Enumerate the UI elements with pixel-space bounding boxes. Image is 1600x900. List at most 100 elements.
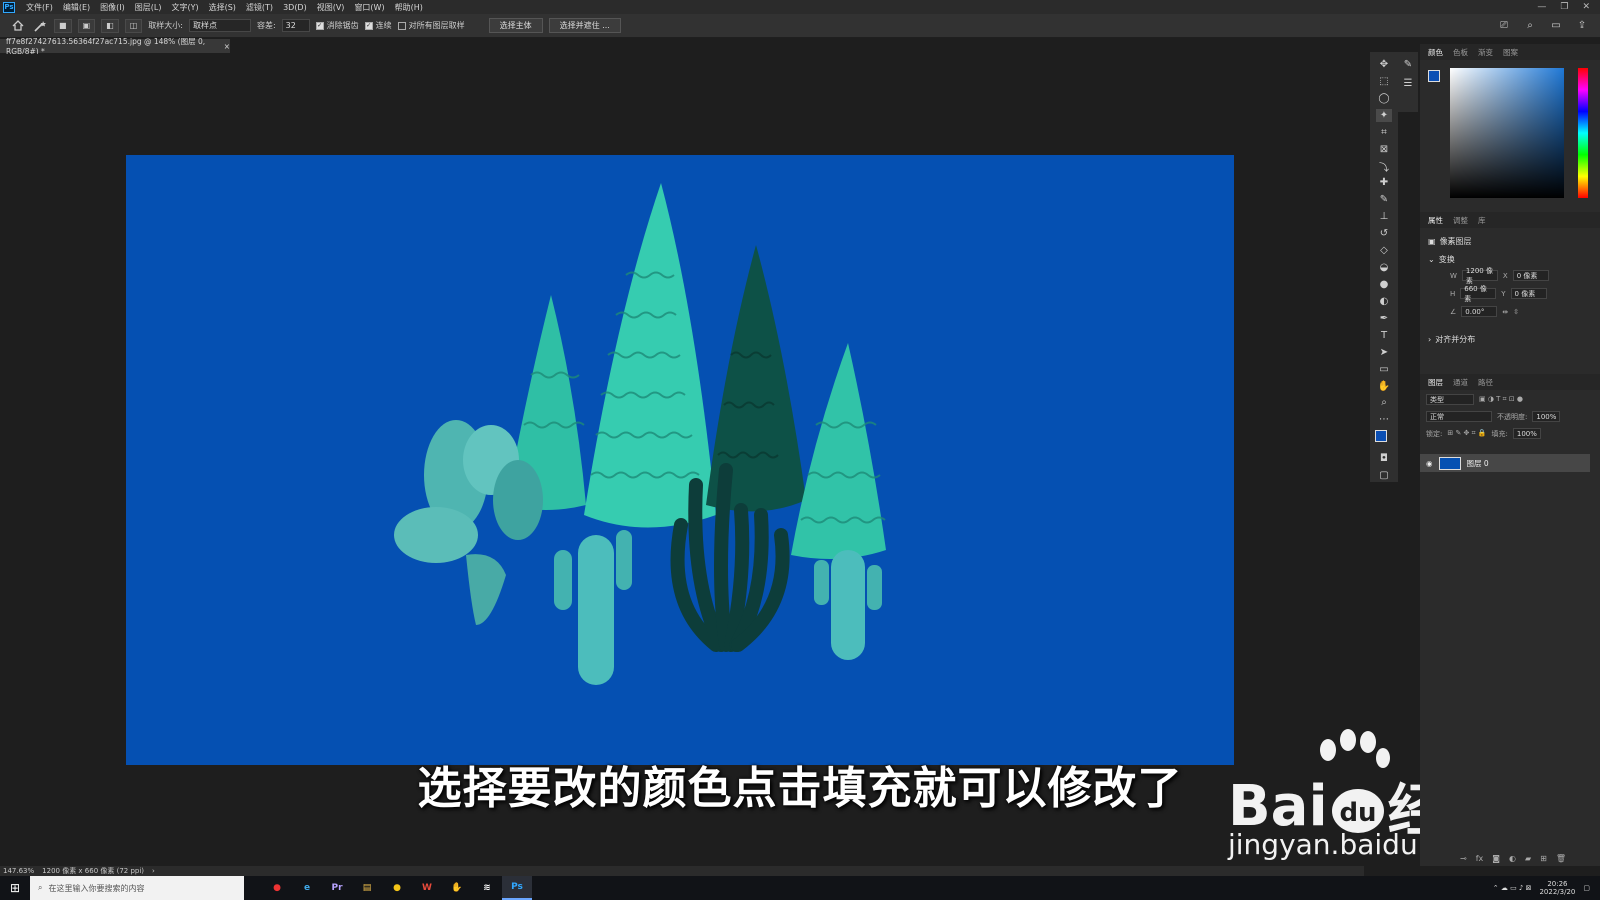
photoshop-app-icon[interactable]: Ps <box>502 876 532 900</box>
menu-3d[interactable]: 3D(D) <box>278 3 312 12</box>
minimize-button[interactable]: — <box>1537 2 1546 12</box>
dodge-icon[interactable]: ◐ <box>1376 295 1392 308</box>
color-picker-field[interactable] <box>1450 68 1564 198</box>
fg-bg-swatches[interactable] <box>1375 430 1393 448</box>
all-layers-checkbox[interactable]: 对所有图层取样 <box>397 20 465 31</box>
home-icon[interactable] <box>10 19 26 32</box>
add-selection-button[interactable]: ▣ <box>77 18 96 33</box>
hand-icon[interactable]: ✋ <box>1376 380 1392 393</box>
tab-color[interactable]: 颜色 <box>1428 47 1443 58</box>
tolerance-input[interactable]: 32 <box>281 19 310 32</box>
height-field[interactable]: 660 像素 <box>1460 285 1497 303</box>
menu-filter[interactable]: 滤镜(T) <box>241 2 278 13</box>
eye-icon[interactable]: ◉ <box>1426 459 1433 468</box>
type-icon[interactable]: T <box>1376 329 1392 342</box>
color-panel-swatches[interactable] <box>1428 70 1446 88</box>
eyedropper-icon[interactable]: ⤵ <box>1376 160 1392 174</box>
width-field[interactable]: 1200 像素 <box>1461 267 1498 285</box>
restore-button[interactable]: ❐ <box>1560 2 1568 12</box>
layer-kind-filter[interactable]: 类型 <box>1426 394 1474 405</box>
opacity-field[interactable]: 100% <box>1532 411 1561 422</box>
tab-paths[interactable]: 路径 <box>1478 377 1493 388</box>
tab-libraries[interactable]: 库 <box>1478 215 1486 226</box>
layer-name[interactable]: 图层 0 <box>1467 458 1489 469</box>
layer-filter-icons[interactable]: ▣ ◑ T ⌗ ⊡ ● <box>1479 395 1523 404</box>
magic-wand-tool-icon[interactable]: ✦ <box>1376 108 1392 122</box>
taskbar-search-box[interactable]: ⌕ 在这里输入你要搜索的内容 <box>30 876 244 900</box>
mask-icon[interactable]: ◙ <box>1492 854 1500 863</box>
brush-icon[interactable]: ✎ <box>1376 193 1392 206</box>
lock-icons[interactable]: ⊞ ✎ ✥ ⌗ 🔒 <box>1447 429 1486 438</box>
hand-app-icon[interactable]: ✋ <box>442 876 472 900</box>
sample-size-select[interactable]: 取样点 <box>188 19 251 32</box>
y-field[interactable]: 0 像素 <box>1510 288 1547 299</box>
tab-channels[interactable]: 通道 <box>1453 377 1468 388</box>
windows-icon[interactable]: ⊞ <box>0 876 30 900</box>
tab-gradients[interactable]: 渐变 <box>1478 47 1493 58</box>
menu-help[interactable]: 帮助(H) <box>390 2 428 13</box>
zoom-icon[interactable]: ⌕ <box>1376 397 1392 410</box>
workspace-icon[interactable]: ▭ <box>1548 19 1564 32</box>
blend-mode-select[interactable]: 正常 <box>1426 411 1492 422</box>
menu-view[interactable]: 视图(V) <box>312 2 350 13</box>
align-section[interactable]: › 对齐并分布 <box>1420 330 1483 349</box>
clock-date[interactable]: 2022/3/20 <box>1539 888 1575 896</box>
premiere-app-icon[interactable]: Pr <box>322 876 352 900</box>
menu-image[interactable]: 图像(I) <box>95 2 130 13</box>
notification-icon[interactable]: ▢ <box>1583 884 1590 892</box>
stamp-icon[interactable]: ⊥ <box>1376 210 1392 223</box>
tab-properties[interactable]: 属性 <box>1428 215 1443 226</box>
quick-mask-icon[interactable]: ◘ <box>1376 452 1392 465</box>
document-tab[interactable]: ff7e8f27427613.56364f27ac715.jpg @ 148% … <box>0 37 230 56</box>
tab-adjustments[interactable]: 调整 <box>1453 215 1468 226</box>
foreground-swatch[interactable] <box>1375 430 1387 443</box>
adjust-icon[interactable]: ☰ <box>1400 77 1416 90</box>
magic-wand-icon[interactable] <box>32 19 48 32</box>
fill-field[interactable]: 100% <box>1512 428 1541 439</box>
group-icon[interactable]: ▰ <box>1525 854 1531 863</box>
pen-icon[interactable]: ✒ <box>1376 312 1392 325</box>
select-and-mask-button[interactable]: 选择并遮住 ... <box>548 18 621 33</box>
lasso-icon[interactable]: ◯ <box>1376 92 1392 105</box>
new-selection-button[interactable]: ■ <box>54 18 72 33</box>
menu-window[interactable]: 窗口(W) <box>349 2 389 13</box>
fx-icon[interactable]: fx <box>1476 854 1484 863</box>
panel-foreground-swatch[interactable] <box>1428 70 1440 82</box>
rectangle-icon[interactable]: ▭ <box>1376 363 1392 376</box>
new-layer-icon[interactable]: ⊞ <box>1540 854 1547 863</box>
blur-icon[interactable]: ● <box>1376 278 1392 291</box>
tab-swatches[interactable]: 色板 <box>1453 47 1468 58</box>
recorder-app-icon[interactable]: ● <box>262 876 292 900</box>
browser-app-icon[interactable]: ● <box>382 876 412 900</box>
share-icon[interactable]: ⎚ <box>1496 19 1512 32</box>
menu-type[interactable]: 文字(Y) <box>166 2 203 13</box>
marquee-icon[interactable]: ⬚ <box>1376 75 1392 88</box>
bucket-icon[interactable]: ◒ <box>1376 261 1392 274</box>
tab-layers[interactable]: 图层 <box>1428 377 1443 388</box>
intersect-selection-button[interactable]: ◫ <box>124 18 143 33</box>
flip-horizontal-icon[interactable]: ⇹ <box>1502 308 1508 316</box>
capcut-app-icon[interactable]: ≋ <box>472 876 502 900</box>
explorer-app-icon[interactable]: ▤ <box>352 876 382 900</box>
menu-select[interactable]: 选择(S) <box>204 2 241 13</box>
link-icon[interactable]: ⊸ <box>1460 854 1467 863</box>
adjustment-icon[interactable]: ◐ <box>1509 854 1516 863</box>
zoom-readout[interactable]: 147.63% <box>3 867 34 875</box>
image-canvas[interactable] <box>126 155 1234 765</box>
path-select-icon[interactable]: ➤ <box>1376 346 1392 359</box>
hue-slider[interactable] <box>1578 68 1588 198</box>
contiguous-checkbox[interactable]: ✓ 连续 <box>364 20 392 31</box>
menu-layer[interactable]: 图层(L) <box>130 2 167 13</box>
antialias-checkbox[interactable]: ✓ 消除锯齿 <box>315 20 359 31</box>
select-subject-button[interactable]: 选择主体 <box>488 18 543 33</box>
menu-file[interactable]: 文件(F) <box>21 2 58 13</box>
more-tools-icon[interactable]: ⋯ <box>1376 413 1392 426</box>
x-field[interactable]: 0 像素 <box>1512 270 1549 281</box>
transform-section[interactable]: ⌄ 变换 <box>1420 250 1463 269</box>
subtract-selection-button[interactable]: ◧ <box>101 18 119 33</box>
export-icon[interactable]: ⇪ <box>1574 19 1590 32</box>
document-tab-close[interactable]: × <box>224 42 230 51</box>
close-button[interactable]: ✕ <box>1582 2 1590 12</box>
tab-patterns[interactable]: 图案 <box>1503 47 1518 58</box>
edge-app-icon[interactable]: e <box>292 876 322 900</box>
